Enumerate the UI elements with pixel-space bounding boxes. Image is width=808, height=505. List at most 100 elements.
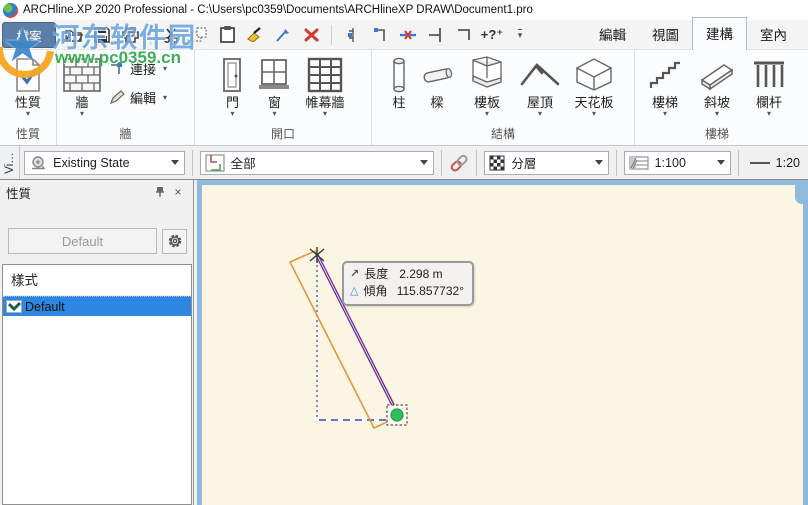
- door-icon: [221, 55, 243, 95]
- stair-icon: [648, 55, 682, 95]
- file-menu-button[interactable]: 檔案: [2, 22, 56, 48]
- pencil-icon: [109, 90, 125, 105]
- pin-icon[interactable]: [151, 183, 169, 201]
- save-icon[interactable]: [90, 23, 114, 47]
- slab-icon: [467, 55, 507, 95]
- settings-button[interactable]: [162, 229, 187, 254]
- line-scale-selector[interactable]: 1:20: [742, 156, 808, 170]
- wall-edit-button[interactable]: 編輯 ▾: [109, 88, 167, 107]
- group-label: 樓梯: [635, 126, 799, 145]
- group-properties: 性質 ▾ 性質: [0, 50, 57, 145]
- chevron-down-icon: [713, 152, 730, 174]
- quick-access-toolbar: 檔案 +?⁺ ▾ 編輯 視圖 建構 室內: [0, 20, 808, 50]
- window-button[interactable]: 窗 ▾: [255, 53, 293, 120]
- drawing-canvas[interactable]: ↗ 長度 2.298 m △ 傾角 115.857732°: [197, 180, 808, 505]
- eyedropper-icon[interactable]: [271, 23, 295, 47]
- group-label: 結構: [372, 126, 634, 145]
- roof-button[interactable]: 屋頂 ▾: [518, 53, 562, 120]
- group-stair: 樓梯 ▾ 斜坡 ▾ 欄杆 ▾ 樓梯: [635, 50, 799, 145]
- floorplan-selector[interactable]: 全部: [200, 151, 434, 175]
- chevron-down-icon: ▾: [663, 110, 667, 118]
- beam-icon: [420, 55, 454, 95]
- length-arrow-icon: ↗: [350, 266, 359, 283]
- slab-button[interactable]: 樓板 ▾: [465, 53, 509, 120]
- print-icon[interactable]: [118, 23, 142, 47]
- toolbar-icons: +?⁺ ▾: [62, 23, 532, 47]
- angle-row: △ 傾角 115.857732°: [350, 283, 464, 300]
- wall-drawing: [202, 185, 800, 500]
- copy-icon[interactable]: [187, 23, 211, 47]
- ribbon: 性質 ▾ 性質 牆 ▾ 連接 ▾: [0, 50, 808, 146]
- railing-button[interactable]: 欄杆 ▾: [750, 53, 788, 120]
- tab-build[interactable]: 建構: [692, 17, 747, 50]
- wall-connect-button[interactable]: 連接 ▾: [109, 59, 167, 78]
- wall-button[interactable]: 牆 ▾: [61, 53, 103, 120]
- open-folder-icon[interactable]: [62, 23, 86, 47]
- corner-icon[interactable]: [452, 23, 476, 47]
- tab-edit[interactable]: 編輯: [586, 19, 639, 50]
- canvas-corner-widget[interactable]: [795, 180, 808, 204]
- list-item-default[interactable]: Default: [3, 296, 191, 316]
- column-icon: [391, 55, 407, 95]
- stair-button[interactable]: 樓梯 ▾: [646, 53, 684, 120]
- style-default-button[interactable]: Default: [8, 228, 157, 254]
- layers-checker-icon: [485, 155, 505, 171]
- angle-triangle-icon: △: [350, 283, 358, 300]
- length-row: ↗ 長度 2.298 m: [350, 266, 464, 283]
- snap-node-icon[interactable]: [340, 23, 364, 47]
- toolbar-overflow-icon[interactable]: ▾: [508, 23, 532, 47]
- separator: [476, 150, 477, 176]
- separator: [441, 150, 442, 176]
- ramp-button[interactable]: 斜坡 ▾: [696, 53, 738, 120]
- state-selector[interactable]: Existing State: [24, 151, 185, 175]
- panel-title: 性質: [6, 183, 151, 202]
- endpoint-node: [391, 409, 403, 421]
- line-weight-icon: [750, 162, 770, 164]
- group-wall: 牆 ▾ 連接 ▾ 編輯 ▾ 牆: [57, 50, 195, 145]
- style-list: 樣式 Default: [2, 264, 192, 505]
- snap-perpendicular-icon[interactable]: [368, 23, 392, 47]
- format-painter-icon[interactable]: [243, 23, 267, 47]
- cut-icon[interactable]: [159, 23, 183, 47]
- measure-query-icon[interactable]: +?⁺: [480, 23, 504, 47]
- curtain-wall-button[interactable]: 帷幕牆 ▾: [303, 53, 346, 120]
- door-button[interactable]: 門 ▾: [219, 53, 245, 120]
- column-button[interactable]: 柱: [389, 53, 409, 112]
- collapsed-panel-tab[interactable]: Vi…: [0, 146, 20, 179]
- curtain-wall-icon: [307, 55, 343, 95]
- group-label: 牆: [57, 126, 194, 145]
- measurement-tooltip: ↗ 長度 2.298 m △ 傾角 115.857732°: [342, 261, 474, 306]
- delete-icon[interactable]: [299, 23, 323, 47]
- drawing-area[interactable]: ↗ 長度 2.298 m △ 傾角 115.857732°: [202, 185, 803, 505]
- chevron-down-icon: ▾: [323, 110, 327, 118]
- link-button[interactable]: [445, 150, 474, 176]
- group-structure: 柱 樑 樓板 ▾ 屋頂 ▾ 天花板: [372, 50, 635, 145]
- snap-endpoint-icon[interactable]: [424, 23, 448, 47]
- chevron-down-icon: ▾: [80, 110, 84, 118]
- beam-button[interactable]: 樑: [418, 53, 456, 112]
- tab-view[interactable]: 視圖: [639, 19, 692, 50]
- chevron-down-icon: ▾: [715, 110, 719, 118]
- chain-link-icon: [449, 154, 469, 172]
- view-toolbar: Vi… Existing State 全部 分層 1:100: [0, 146, 808, 180]
- ceiling-button[interactable]: 天花板 ▾: [571, 53, 617, 120]
- title-bar: ARCHline.XP 2020 Professional - C:\Users…: [0, 0, 808, 20]
- properties-doc-icon: [13, 55, 43, 95]
- separator: [150, 25, 151, 45]
- window-icon: [257, 55, 291, 95]
- paste-icon[interactable]: [215, 23, 239, 47]
- properties-button[interactable]: 性質 ▾: [11, 53, 45, 120]
- tab-interior[interactable]: 室內: [747, 19, 800, 50]
- chevron-down-icon: ▾: [538, 110, 542, 118]
- chevron-down-icon: [591, 152, 608, 174]
- railing-icon: [752, 55, 786, 95]
- scale-selector[interactable]: 1:100: [624, 151, 731, 175]
- close-icon[interactable]: ×: [169, 183, 187, 201]
- ramp-icon: [698, 55, 736, 95]
- snap-break-icon[interactable]: [396, 23, 420, 47]
- floorplan-icon: [201, 154, 225, 172]
- chevron-down-icon: ▾: [163, 94, 167, 102]
- gear-icon: [167, 233, 183, 249]
- chevron-down-icon: ▾: [163, 65, 167, 73]
- layer-selector[interactable]: 分層: [484, 151, 608, 175]
